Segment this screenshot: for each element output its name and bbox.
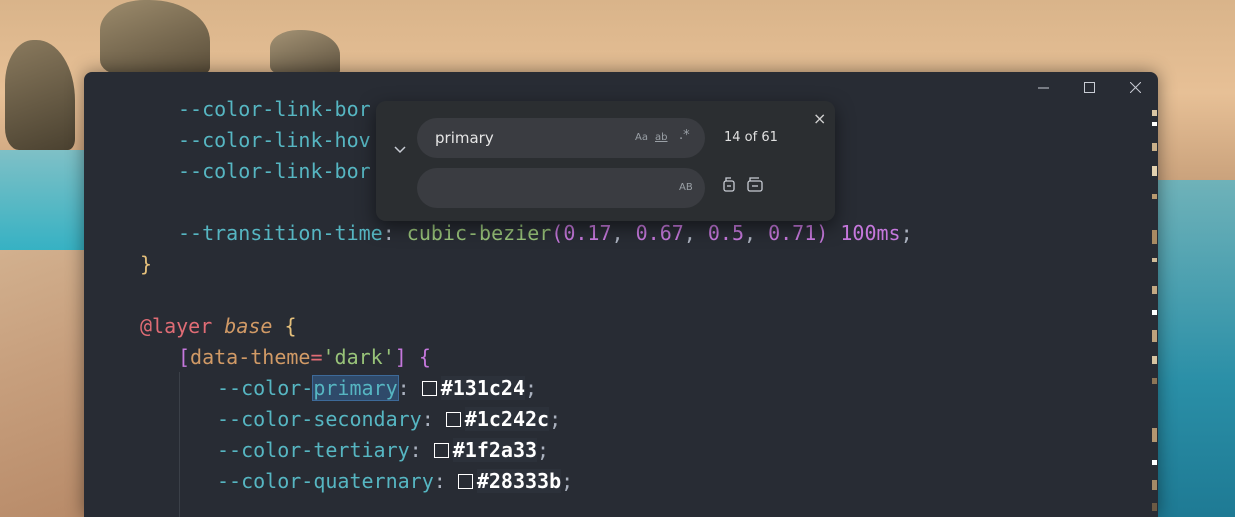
- minimize-icon: [1037, 87, 1049, 88]
- bracket: [: [178, 345, 191, 369]
- scroll-marker: [1152, 166, 1157, 176]
- scroll-marker: [1152, 428, 1157, 442]
- number: 0.5: [707, 221, 744, 245]
- at-rule: @layer: [140, 314, 213, 338]
- scroll-marker: [1152, 286, 1157, 294]
- wallpaper-rock: [100, 0, 210, 75]
- replace-icon[interactable]: [722, 176, 736, 192]
- number: 0.71: [768, 221, 817, 245]
- css-property: --color-link-hov: [178, 128, 371, 152]
- layer-name: base: [224, 314, 273, 338]
- css-property: --transition-time: [178, 221, 383, 245]
- code-line: [data-theme='dark'] {: [84, 342, 1144, 373]
- scroll-marker: [1152, 503, 1157, 511]
- scroll-marker: [1152, 480, 1157, 490]
- css-property: --color-link-bor: [178, 97, 371, 121]
- scroll-marker: [1152, 356, 1157, 364]
- hex-value: #131c24: [440, 376, 526, 400]
- number: 0.67: [635, 221, 684, 245]
- css-property: --color-: [217, 376, 314, 400]
- code-line: }: [84, 249, 1144, 280]
- search-match-highlight: primary: [312, 375, 399, 401]
- hex-value: #1c242c: [464, 407, 550, 431]
- scroll-marker: [1152, 330, 1157, 342]
- hex-value: #28333b: [476, 469, 562, 493]
- color-swatch[interactable]: [421, 381, 437, 396]
- code-line: --color-secondary: #1c242c;: [84, 404, 1144, 435]
- chevron-down-icon[interactable]: [393, 142, 407, 156]
- colon: :: [409, 438, 434, 462]
- brace: }: [140, 252, 153, 276]
- close-find-icon[interactable]: ×: [813, 109, 826, 128]
- wallpaper-sea-right: [1158, 180, 1235, 517]
- minimap-scrollbar[interactable]: [1144, 108, 1158, 517]
- find-replace-widget: primary Aa ab .* 14 of 61 × AB: [376, 101, 835, 221]
- color-swatch[interactable]: [457, 474, 473, 489]
- scroll-marker: [1152, 460, 1157, 465]
- css-property: --color-secondary: [217, 407, 422, 431]
- match-count: 14 of 61: [724, 130, 778, 145]
- replace-input[interactable]: AB: [417, 168, 705, 208]
- semicolon: ;: [537, 438, 550, 462]
- code-line: --color-primary: #131c24;: [84, 373, 1144, 404]
- wallpaper-rock: [5, 40, 75, 150]
- wallpaper-rock: [270, 30, 340, 75]
- comma: ,: [611, 221, 636, 245]
- preserve-case-toggle[interactable]: AB: [679, 182, 693, 193]
- paren: (: [551, 221, 564, 245]
- string: 'dark': [322, 345, 395, 369]
- code-line: @layer base {: [84, 311, 1144, 342]
- css-function: cubic-bezier: [406, 221, 552, 245]
- code-line: --color-quaternary: #28333b;: [84, 466, 1144, 497]
- hex-value: #1f2a33: [452, 438, 538, 462]
- color-swatch[interactable]: [433, 443, 449, 458]
- code-line: --color-tertiary: #1f2a33;: [84, 435, 1144, 466]
- whole-word-toggle[interactable]: ab: [655, 132, 667, 143]
- semicolon: ;: [900, 221, 913, 245]
- scroll-marker: [1152, 110, 1157, 116]
- brace: {: [284, 314, 297, 338]
- colon: :: [382, 221, 407, 245]
- close-icon: [1129, 81, 1141, 93]
- number: 100ms: [840, 221, 901, 245]
- match-case-toggle[interactable]: Aa: [635, 132, 648, 143]
- scroll-marker: [1152, 378, 1157, 384]
- brace: {: [418, 345, 431, 369]
- scroll-marker: [1152, 258, 1157, 262]
- scroll-marker: [1152, 143, 1157, 151]
- scroll-marker: [1152, 310, 1157, 315]
- color-swatch[interactable]: [445, 412, 461, 427]
- comma: ,: [683, 221, 708, 245]
- colon: :: [421, 407, 446, 431]
- scroll-marker: [1152, 194, 1157, 199]
- code-line: --transition-time: cubic-bezier(0.17, 0.…: [84, 218, 1144, 249]
- search-input[interactable]: primary Aa ab .*: [417, 118, 705, 158]
- css-property: --color-quaternary: [217, 469, 434, 493]
- search-input-value: primary: [435, 129, 494, 147]
- css-property: --color-tertiary: [217, 438, 410, 462]
- css-property: --color-link-bor: [178, 159, 371, 183]
- equals: =: [310, 345, 323, 369]
- comma: ,: [744, 221, 769, 245]
- semicolon: ;: [549, 407, 562, 431]
- scroll-marker: [1152, 122, 1157, 126]
- colon: :: [433, 469, 458, 493]
- bracket: ]: [394, 345, 407, 369]
- replace-all-icon[interactable]: [746, 176, 764, 192]
- attribute: data-theme: [190, 345, 311, 369]
- number: 0.17: [563, 221, 612, 245]
- semicolon: ;: [525, 376, 538, 400]
- regex-toggle[interactable]: .*: [679, 128, 690, 143]
- semicolon: ;: [561, 469, 574, 493]
- paren: ): [816, 221, 829, 245]
- maximize-icon: [1083, 81, 1095, 93]
- colon: :: [397, 376, 422, 400]
- scroll-marker: [1152, 230, 1157, 244]
